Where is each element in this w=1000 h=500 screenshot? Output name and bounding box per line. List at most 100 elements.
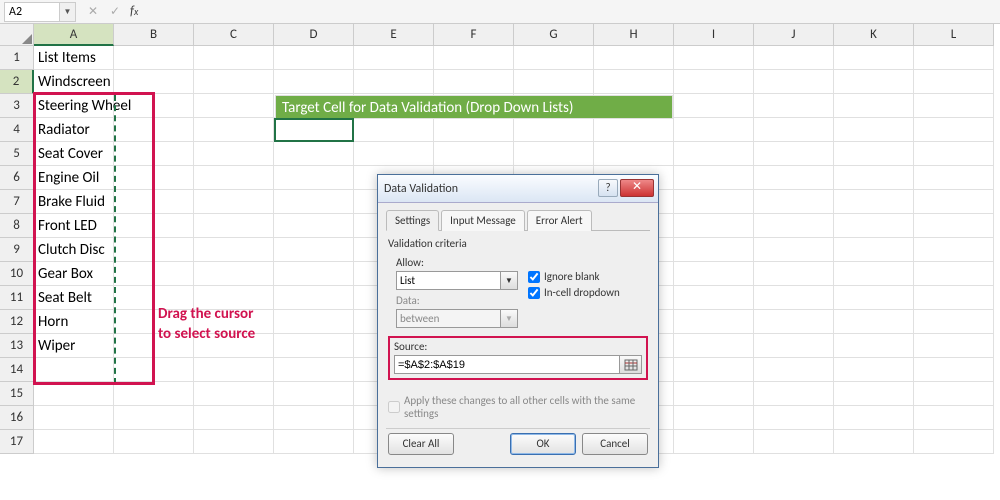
cell[interactable] (354, 70, 434, 94)
cell[interactable] (194, 118, 274, 142)
cell[interactable] (354, 46, 434, 70)
cell[interactable]: Gear Box (34, 262, 114, 286)
cell[interactable] (274, 142, 354, 166)
row-header[interactable]: 8 (0, 214, 34, 238)
cell[interactable] (674, 262, 754, 286)
cell[interactable] (834, 94, 914, 118)
cell[interactable]: Wiper (34, 334, 114, 358)
cell[interactable]: Clutch Disc (34, 238, 114, 262)
cell[interactable] (114, 262, 194, 286)
column-header[interactable]: J (754, 24, 834, 46)
cell[interactable] (114, 382, 194, 406)
cell[interactable] (754, 286, 834, 310)
cell[interactable] (754, 166, 834, 190)
cell[interactable] (914, 406, 994, 430)
cell[interactable] (274, 70, 354, 94)
cell[interactable] (114, 214, 194, 238)
cell[interactable] (514, 46, 594, 70)
cell[interactable] (594, 46, 674, 70)
cell[interactable] (354, 142, 434, 166)
cell[interactable] (274, 190, 354, 214)
cell[interactable] (514, 118, 594, 142)
cell[interactable] (274, 382, 354, 406)
cell[interactable] (114, 142, 194, 166)
cell[interactable] (194, 406, 274, 430)
cell[interactable] (274, 286, 354, 310)
cell[interactable] (674, 406, 754, 430)
cell[interactable] (194, 142, 274, 166)
allow-input[interactable] (396, 271, 501, 290)
cell[interactable] (114, 358, 194, 382)
cell[interactable] (914, 334, 994, 358)
cell[interactable] (34, 406, 114, 430)
cell[interactable] (754, 382, 834, 406)
cell[interactable] (834, 262, 914, 286)
cell[interactable] (674, 358, 754, 382)
cell[interactable] (754, 358, 834, 382)
cell[interactable] (754, 262, 834, 286)
cell[interactable] (914, 166, 994, 190)
row-header[interactable]: 12 (0, 310, 34, 334)
cell[interactable] (674, 118, 754, 142)
cell[interactable] (834, 142, 914, 166)
row-header[interactable]: 5 (0, 142, 34, 166)
select-all-corner[interactable] (0, 24, 34, 46)
cell[interactable] (754, 94, 834, 118)
cell[interactable] (114, 118, 194, 142)
cell[interactable] (674, 310, 754, 334)
cell[interactable] (754, 118, 834, 142)
column-header[interactable]: A (34, 24, 114, 46)
cell[interactable] (914, 142, 994, 166)
cell[interactable] (834, 358, 914, 382)
cell[interactable] (754, 334, 834, 358)
row-header[interactable]: 10 (0, 262, 34, 286)
cell[interactable] (914, 238, 994, 262)
cell[interactable] (114, 46, 194, 70)
cancel-button[interactable]: Cancel (582, 433, 648, 455)
cell[interactable] (274, 334, 354, 358)
cell[interactable] (674, 70, 754, 94)
cell[interactable] (834, 430, 914, 454)
cell[interactable] (674, 334, 754, 358)
row-header[interactable]: 16 (0, 406, 34, 430)
cell[interactable] (754, 430, 834, 454)
cell[interactable] (834, 310, 914, 334)
cell[interactable]: Horn (34, 310, 114, 334)
row-header[interactable]: 1 (0, 46, 34, 70)
cell[interactable]: Radiator (34, 118, 114, 142)
cell[interactable] (834, 46, 914, 70)
row-header[interactable]: 14 (0, 358, 34, 382)
cell[interactable] (194, 214, 274, 238)
cell[interactable] (274, 406, 354, 430)
cell[interactable] (914, 382, 994, 406)
cell[interactable] (274, 430, 354, 454)
cell[interactable] (834, 118, 914, 142)
column-header[interactable]: E (354, 24, 434, 46)
column-header[interactable]: F (434, 24, 514, 46)
fx-icon[interactable]: fx (130, 4, 138, 19)
cell[interactable] (834, 214, 914, 238)
cell[interactable] (274, 118, 354, 142)
cell[interactable] (914, 286, 994, 310)
cell[interactable] (194, 358, 274, 382)
cell[interactable] (194, 46, 274, 70)
cell[interactable] (274, 262, 354, 286)
cell[interactable] (754, 70, 834, 94)
name-box-dropdown[interactable]: ▼ (60, 2, 76, 22)
cell[interactable] (754, 190, 834, 214)
cell[interactable] (34, 358, 114, 382)
cell[interactable] (194, 238, 274, 262)
cell[interactable] (754, 46, 834, 70)
cell[interactable] (754, 214, 834, 238)
cell[interactable] (754, 406, 834, 430)
cell[interactable] (194, 190, 274, 214)
cell[interactable] (674, 238, 754, 262)
cell[interactable] (914, 70, 994, 94)
row-header[interactable]: 13 (0, 334, 34, 358)
row-header[interactable]: 6 (0, 166, 34, 190)
row-header[interactable]: 4 (0, 118, 34, 142)
cell[interactable] (194, 430, 274, 454)
cell[interactable] (274, 310, 354, 334)
cell[interactable] (674, 190, 754, 214)
cell[interactable] (194, 382, 274, 406)
